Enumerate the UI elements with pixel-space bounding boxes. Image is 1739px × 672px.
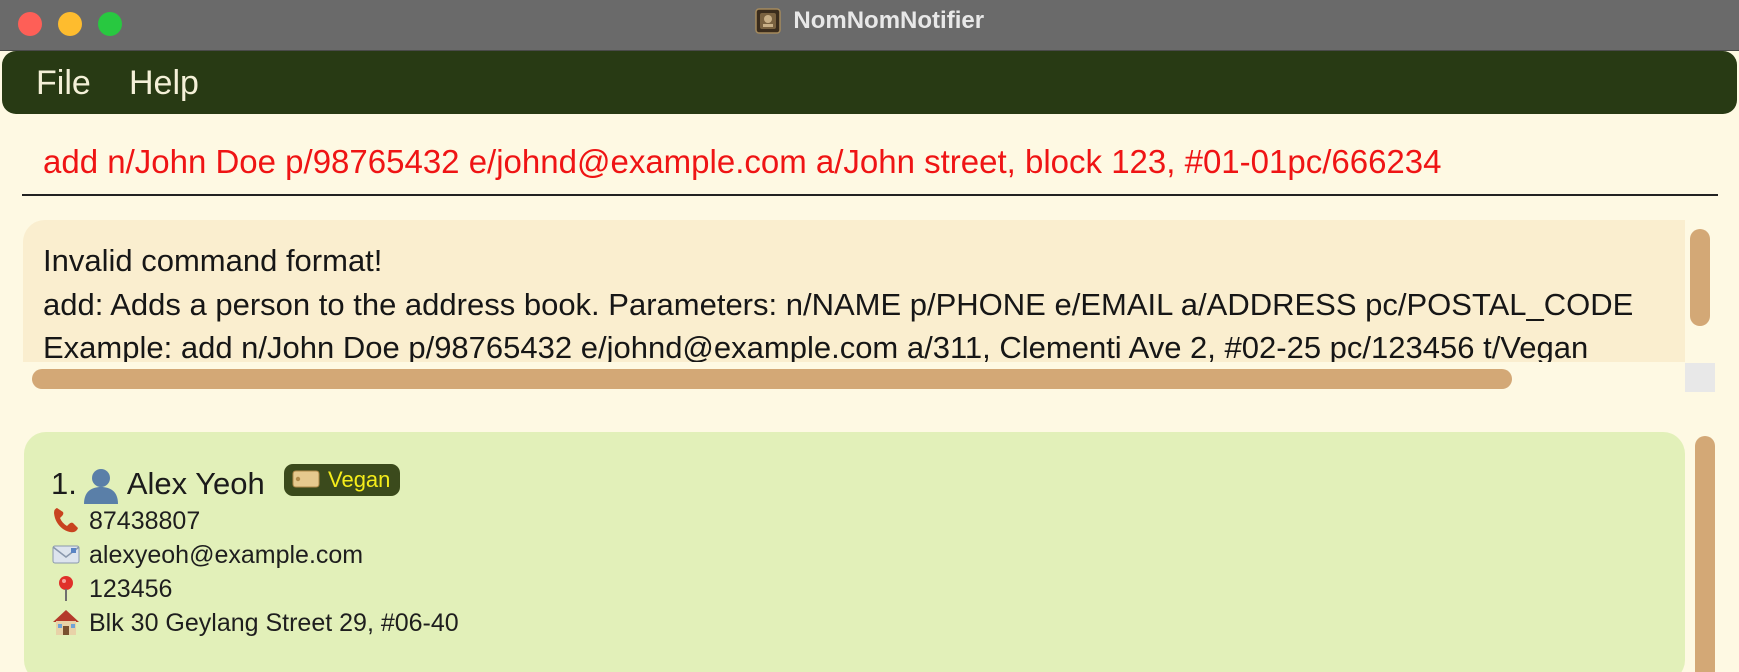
app-icon xyxy=(755,8,781,34)
phone-row: 87438807 xyxy=(51,505,200,537)
house-icon xyxy=(53,609,79,635)
envelope-icon xyxy=(52,545,80,563)
round-pushpin-icon xyxy=(59,575,73,601)
result-vertical-scrollbar[interactable] xyxy=(1690,229,1710,326)
menu-file[interactable]: File xyxy=(36,64,91,102)
postal-code: 123456 xyxy=(89,575,173,603)
person-card[interactable]: 1. Alex Yeoh Vegan 87438807 alexyeoh@exa… xyxy=(24,432,1685,672)
phone-number: 87438807 xyxy=(89,507,201,535)
tag-label: Vegan xyxy=(328,467,391,492)
person-name-row: 1. Alex Yeoh xyxy=(51,462,265,506)
email-row: alexyeoh@example.com xyxy=(51,539,363,571)
person-index: 1. xyxy=(51,466,77,501)
scrollbar-corner xyxy=(1685,363,1715,392)
person-name: Alex Yeoh xyxy=(126,466,265,501)
title-bar: NomNomNotifier xyxy=(0,0,1739,51)
window-title-group: NomNomNotifier xyxy=(0,6,1739,40)
command-box[interactable]: add n/John Doe p/98765432 e/johnd@exampl… xyxy=(22,130,1718,196)
person-silhouette-icon xyxy=(83,469,118,504)
address-row: Blk 30 Geylang Street 29, #06-40 xyxy=(51,607,459,639)
telephone-receiver-icon xyxy=(54,507,78,532)
app-window: NomNomNotifier File Help add n/John Doe … xyxy=(0,0,1739,672)
result-display: Invalid command format! add: Adds a pers… xyxy=(23,220,1685,362)
result-horizontal-scrollbar[interactable] xyxy=(32,369,1512,389)
result-line-1: Invalid command format! xyxy=(43,243,383,278)
person-list-vertical-scrollbar[interactable] xyxy=(1695,436,1715,672)
tag-label-icon xyxy=(292,470,320,487)
menu-help[interactable]: Help xyxy=(129,64,199,102)
result-line-2: add: Adds a person to the address book. … xyxy=(43,287,1634,322)
command-input[interactable]: add n/John Doe p/98765432 e/johnd@exampl… xyxy=(43,142,1442,182)
window-title: NomNomNotifier xyxy=(793,6,985,34)
postal-row: 123456 xyxy=(51,573,172,605)
street-address: Blk 30 Geylang Street 29, #06-40 xyxy=(89,609,459,637)
menu-bar: File Help xyxy=(2,51,1737,114)
tag-badge: Vegan xyxy=(284,464,401,496)
result-line-3: Example: add n/John Doe p/98765432 e/joh… xyxy=(43,330,1589,362)
email-address: alexyeoh@example.com xyxy=(89,541,364,569)
